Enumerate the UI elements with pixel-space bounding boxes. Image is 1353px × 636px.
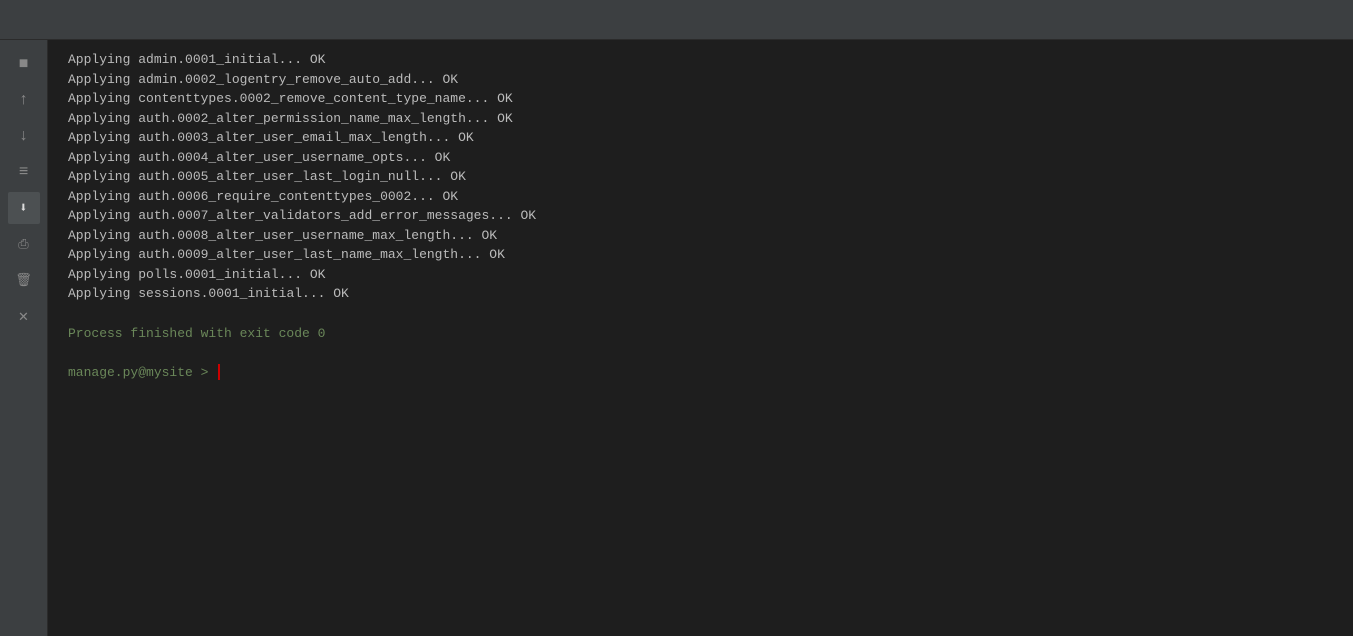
scroll-down-button[interactable]: ↓: [8, 120, 40, 152]
applying-keyword: Applying: [68, 286, 130, 301]
applying-keyword: Applying: [68, 267, 130, 282]
terminal-line: Applying auth.0004_alter_user_username_o…: [68, 148, 1333, 168]
prompt-space: [208, 363, 216, 383]
migration-detail: auth.0004_alter_user_username_opts... OK: [130, 150, 450, 165]
prompt-line: manage.py@mysite >: [68, 363, 1333, 383]
migration-detail: auth.0006_require_contenttypes_0002... O…: [130, 189, 458, 204]
terminal-line: Applying contenttypes.0002_remove_conten…: [68, 89, 1333, 109]
migration-detail: auth.0007_alter_validators_add_error_mes…: [130, 208, 536, 223]
applying-keyword: Applying: [68, 111, 130, 126]
sidebar: ■ ↑ ↓ ≡ ⬇ ⎙ 🗑 ✕: [0, 40, 48, 636]
migration-detail: sessions.0001_initial... OK: [130, 286, 348, 301]
applying-keyword: Applying: [68, 228, 130, 243]
tab-close-button[interactable]: [1319, 12, 1335, 28]
applying-keyword: Applying: [68, 150, 130, 165]
title-bar: [0, 0, 1353, 40]
print-button[interactable]: ⎙: [8, 228, 40, 260]
print-icon: ⎙: [18, 237, 28, 252]
applying-keyword: Applying: [68, 208, 130, 223]
terminal-line: Applying auth.0009_alter_user_last_name_…: [68, 245, 1333, 265]
applying-keyword: Applying: [68, 247, 130, 262]
terminal-line: Applying auth.0008_alter_user_username_m…: [68, 226, 1333, 246]
prompt-text: manage.py@mysite >: [68, 363, 208, 383]
close-icon: ✕: [19, 306, 29, 326]
clear-button[interactable]: 🗑: [8, 264, 40, 296]
terminal-line: Applying admin.0002_logentry_remove_auto…: [68, 70, 1333, 90]
terminal-output: Applying admin.0001_initial... OKApplyin…: [48, 40, 1353, 636]
applying-keyword: Applying: [68, 169, 130, 184]
arrow-down-icon: ↓: [19, 127, 29, 145]
migration-detail: auth.0005_alter_user_last_login_null... …: [130, 169, 465, 184]
applying-keyword: Applying: [68, 72, 130, 87]
arrow-up-icon: ↑: [19, 91, 29, 109]
migration-detail: auth.0003_alter_user_email_max_length...…: [130, 130, 473, 145]
migration-detail: admin.0001_initial... OK: [130, 52, 325, 67]
process-finished-line: Process finished with exit code 0: [68, 324, 1333, 344]
migration-detail: polls.0001_initial... OK: [130, 267, 325, 282]
applying-keyword: Applying: [68, 130, 130, 145]
scroll-up-button[interactable]: ↑: [8, 84, 40, 116]
stop-icon: ■: [19, 55, 29, 73]
trash-icon: 🗑: [15, 273, 32, 288]
migration-detail: auth.0008_alter_user_username_max_length…: [130, 228, 497, 243]
main-content: ■ ↑ ↓ ≡ ⬇ ⎙ 🗑 ✕: [0, 40, 1353, 636]
applying-keyword: Applying: [68, 52, 130, 67]
terminal-line: Applying admin.0001_initial... OK: [68, 50, 1333, 70]
migration-detail: auth.0002_alter_permission_name_max_leng…: [130, 111, 512, 126]
migration-detail: auth.0009_alter_user_last_name_max_lengt…: [130, 247, 504, 262]
migration-detail: contenttypes.0002_remove_content_type_na…: [130, 91, 512, 106]
wrap-lines-button[interactable]: ≡: [8, 156, 40, 188]
wrap-icon: ≡: [19, 163, 29, 181]
terminal-line: Applying auth.0002_alter_permission_name…: [68, 109, 1333, 129]
terminal-line: Applying polls.0001_initial... OK: [68, 265, 1333, 285]
cursor: [218, 364, 220, 380]
applying-keyword: Applying: [68, 91, 130, 106]
stop-button[interactable]: ■: [8, 48, 40, 80]
terminal-line: Applying auth.0007_alter_validators_add_…: [68, 206, 1333, 226]
terminal-line: Applying auth.0005_alter_user_last_login…: [68, 167, 1333, 187]
terminal-line: Applying auth.0003_alter_user_email_max_…: [68, 128, 1333, 148]
terminal-area[interactable]: Applying admin.0001_initial... OKApplyin…: [48, 40, 1353, 636]
terminal-line: Applying sessions.0001_initial... OK: [68, 284, 1333, 304]
close-button[interactable]: ✕: [8, 300, 40, 332]
migration-detail: admin.0002_logentry_remove_auto_add... O…: [130, 72, 458, 87]
applying-keyword: Applying: [68, 189, 130, 204]
save-output-button[interactable]: ⬇: [8, 192, 40, 224]
terminal-window: ■ ↑ ↓ ≡ ⬇ ⎙ 🗑 ✕: [0, 0, 1353, 636]
terminal-line: Applying auth.0006_require_contenttypes_…: [68, 187, 1333, 207]
save-icon: ⬇: [19, 200, 27, 217]
